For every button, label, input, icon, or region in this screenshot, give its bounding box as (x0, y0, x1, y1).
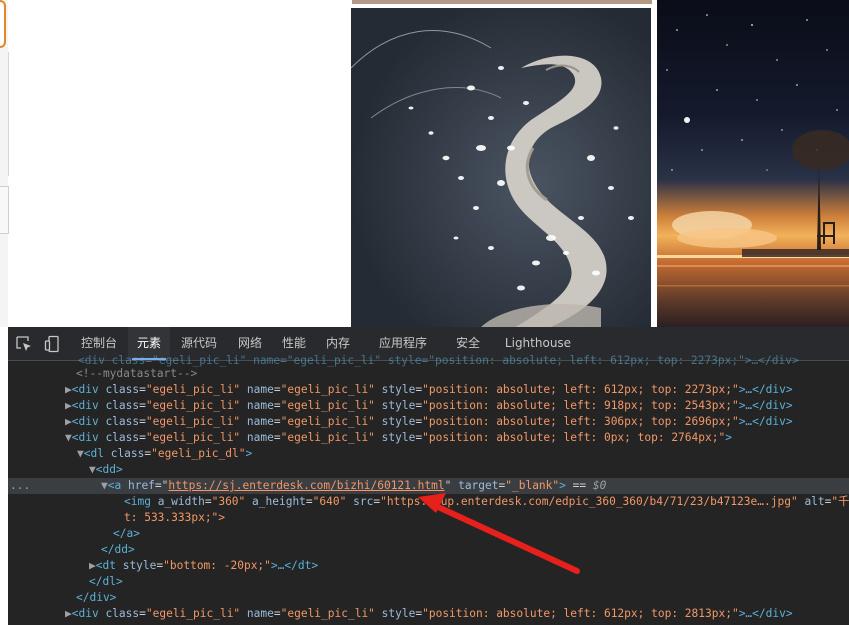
webpage-viewport (0, 0, 849, 327)
expand-triangle-icon[interactable]: ▶ (65, 415, 72, 428)
dom-node-img-continuation[interactable]: t: 533.333px;"> (124, 510, 849, 526)
collapse-triangle-icon[interactable]: ▼ (77, 447, 84, 460)
dom-node-img[interactable]: <img a_width="360" a_height="640" src="h… (124, 494, 849, 510)
expand-triangle-icon[interactable]: ▶ (65, 607, 72, 620)
dom-node-dl[interactable]: ▼<dl class="egeli_pic_dl"> (77, 446, 849, 462)
comment-text: <!--mydatastart--> (76, 367, 198, 380)
expand-triangle-icon[interactable]: ▶ (65, 399, 72, 412)
dom-node-a-close[interactable]: </a> (113, 526, 849, 542)
dragon-illustration (351, 8, 651, 327)
dom-node-div[interactable]: ▶<div class="egeli_pic_li" name="egeli_p… (65, 414, 849, 430)
node-ellipsis-menu[interactable]: ... (10, 478, 30, 494)
dom-node-div[interactable]: ▶<div class="egeli_pic_li" name="egeli_p… (65, 382, 849, 398)
dom-tree: <div class="egeli_pic_li" name="egeli_pi… (8, 354, 849, 625)
devtools-panel: 控制台 元素 源代码 网络 性能 内存 应用程序 安全 Lighthouse <… (8, 327, 849, 625)
dom-node-dd[interactable]: ▼<dd> (89, 462, 849, 478)
img-src-link[interactable]: "https://up.enterdesk.com/edpic_360_360/… (380, 495, 798, 508)
wallpaper-thumbnail-starry-sunset[interactable] (657, 0, 849, 327)
collapse-triangle-icon[interactable]: ▼ (101, 479, 108, 492)
dom-node-div-close[interactable]: </div> (76, 590, 849, 606)
starry-sunset-illustration (657, 14, 849, 287)
dom-node-div[interactable]: ▶<div class="egeli_pic_li" name="egeli_p… (65, 606, 849, 622)
href-link[interactable]: https://sj.enterdesk.com/bizhi/60121.htm… (168, 479, 444, 492)
expand-triangle-icon[interactable]: ▶ (89, 559, 96, 572)
dom-node-dd-close[interactable]: </dd> (101, 542, 849, 558)
left-divider (0, 52, 9, 176)
inspect-element-icon[interactable] (15, 335, 33, 353)
collapse-triangle-icon[interactable]: ▼ (89, 463, 96, 476)
picture-top-bar (352, 0, 652, 4)
dom-node-div[interactable]: ▶<div class="egeli_pic_li" name="egeli_p… (65, 398, 849, 414)
dom-node-div-expanded[interactable]: ▼<div class="egeli_pic_li" name="egeli_p… (65, 430, 849, 446)
left-orange-tab[interactable] (0, 0, 6, 48)
dom-node-dl-close[interactable]: </dl> (89, 574, 849, 590)
dom-comment[interactable]: <!--mydatastart--> (76, 366, 849, 382)
dom-node-dt[interactable]: ▶<dt style="bottom: -20px;">…</dt> (89, 558, 849, 574)
collapse-triangle-icon[interactable]: ▼ (65, 431, 72, 444)
device-toolbar-icon[interactable] (44, 335, 62, 353)
dom-node-a-selected[interactable]: ... ▼<a href="https://sj.enterdesk.com/bi… (8, 478, 849, 494)
left-box[interactable] (0, 186, 9, 234)
expand-triangle-icon[interactable]: ▶ (65, 383, 72, 396)
wallpaper-thumbnail-dragon[interactable] (351, 8, 651, 327)
